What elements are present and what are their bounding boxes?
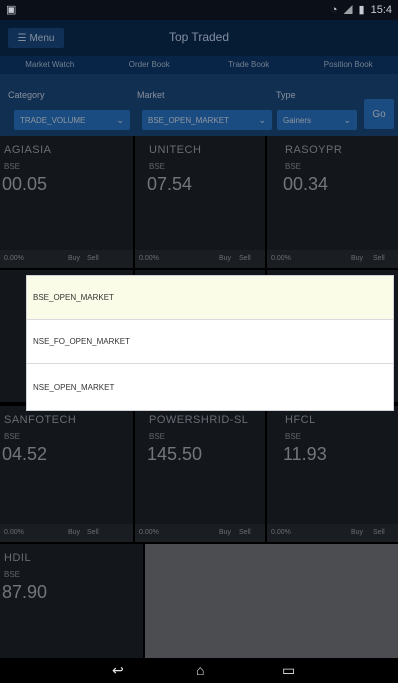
home-icon[interactable]: ⌂ xyxy=(196,662,204,678)
market-dropdown-popup: BSE_OPEN_MARKET NSE_FO_OPEN_MARKET NSE_O… xyxy=(26,275,394,411)
back-icon[interactable]: ↩ xyxy=(112,662,124,679)
dropdown-option-nse-fo-open-market[interactable]: NSE_FO_OPEN_MARKET xyxy=(27,320,393,363)
wifi-icon: ◔ xyxy=(330,3,338,16)
dropdown-option-nse-open-market[interactable]: NSE_OPEN_MARKET xyxy=(27,364,393,410)
dropdown-option-bse-open-market[interactable]: BSE_OPEN_MARKET xyxy=(27,276,393,319)
status-bar: ▣ ◔ ▮ 15:4 xyxy=(0,0,398,20)
notification-icon: ▣ xyxy=(6,4,17,16)
signal-icon xyxy=(343,5,353,14)
system-nav-bar: ↩ ⌂ ▭ xyxy=(0,658,398,683)
battery-icon: ▮ xyxy=(358,4,365,16)
clock-text: 15:4 xyxy=(370,3,392,16)
status-right: ◔ ▮ 15:4 xyxy=(330,3,392,17)
recent-apps-icon[interactable]: ▭ xyxy=(282,662,295,679)
